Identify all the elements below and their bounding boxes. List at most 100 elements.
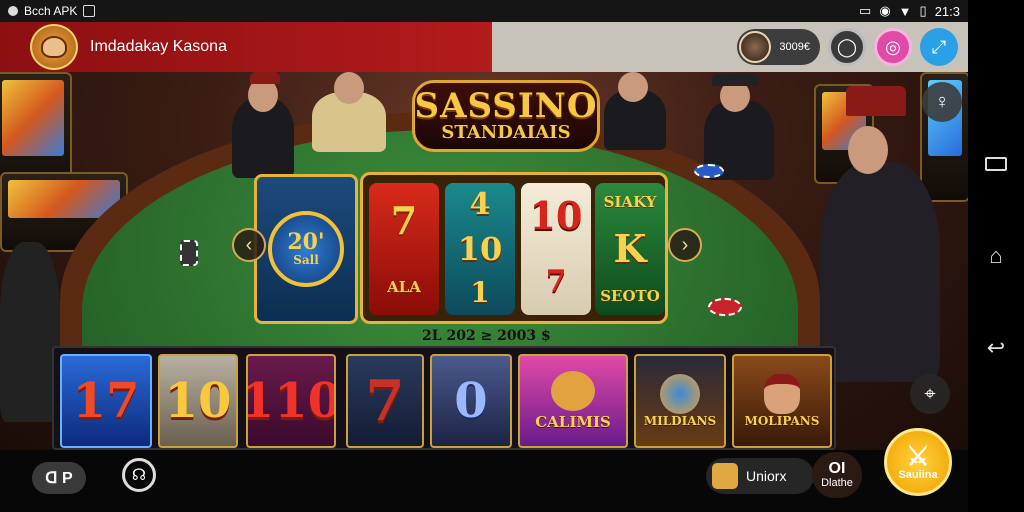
win-line: 2L 202 ≥ 2003 $ [422, 328, 551, 344]
status-time: 21:3 [934, 3, 960, 19]
home-button[interactable]: ⌂ [982, 243, 1010, 268]
bonus-panel[interactable]: 20' Sall [254, 174, 358, 324]
game-tile[interactable]: 7 [346, 354, 424, 448]
tile-label: 10 [164, 373, 232, 429]
user-icon: ♀ [934, 90, 950, 113]
recents-icon [985, 157, 1007, 171]
target-icon: ⌖ [924, 382, 936, 405]
chip-stack [708, 298, 742, 316]
chip-stack [180, 240, 198, 266]
reel-symbol: 7 [390, 198, 418, 243]
main-action-button[interactable]: ⚔ Sauiina [884, 428, 952, 496]
reel-symbol: 10 [457, 230, 503, 268]
game-tile[interactable]: 110 [246, 354, 336, 448]
chip-stack [694, 164, 724, 178]
torch-icon [660, 374, 700, 414]
player-head [334, 72, 364, 104]
profile-balance[interactable]: 3009€ [737, 29, 820, 65]
swords-icon: ⚔ [906, 441, 930, 471]
system-nav-bar: ⌂ ↩ [968, 0, 1024, 512]
dog-icon [551, 371, 595, 411]
balance-value: 3009€ [779, 41, 810, 53]
player-hooded [820, 162, 940, 382]
header-actions: 3009€ ◯ ◎ ⤢ [737, 28, 958, 66]
support-button[interactable]: ☊ [122, 458, 156, 492]
player-hat [250, 72, 280, 84]
player-head [618, 72, 648, 102]
reel-symbol: 10 [529, 193, 583, 238]
profile-side-button[interactable]: ♀ [922, 82, 962, 122]
dice-label: Dlathe [821, 477, 853, 489]
union-button[interactable]: Uniorx [706, 458, 814, 494]
dice-number: OI [828, 460, 846, 477]
union-label: Uniorx [746, 468, 787, 484]
brand-logo[interactable] [30, 24, 78, 70]
avatar [739, 31, 772, 63]
game-logo: SASSINO STANDAIAIS [412, 80, 600, 152]
menu-pill-label: ᗡ P [45, 470, 73, 487]
bonus-value: 20' [287, 229, 325, 255]
chevron-left-icon: ‹ [245, 233, 253, 256]
battery-icon: ▯ [919, 3, 927, 18]
reel-3: 10 7 [521, 183, 591, 315]
prev-arrow-button[interactable]: ‹ [232, 228, 266, 262]
game-tile[interactable]: CALIMIS [518, 354, 628, 448]
player-left [0, 242, 60, 422]
tile-caption: MILDIANS [643, 414, 717, 428]
location-icon: ◉ [879, 3, 891, 18]
logo-subtitle: STANDAIAIS [441, 122, 571, 143]
character-icon [764, 374, 800, 414]
reel-symbol: SEOTO [600, 287, 660, 306]
reel-symbol: K [613, 225, 647, 271]
tile-label: 7 [365, 368, 405, 434]
reel-symbol: 7 [545, 264, 567, 299]
game-strip: 17 10 110 7 0 CALIMIS MILDIANS MOLIPANS [52, 346, 836, 450]
expand-button[interactable]: ⤢ [920, 28, 958, 66]
game-tile[interactable]: 10 [158, 354, 238, 448]
coin-button[interactable]: ◎ [874, 28, 912, 66]
reel-1: 7 ALA [369, 183, 439, 315]
recents-button[interactable] [982, 153, 1010, 175]
reel-symbol: 1 [470, 276, 490, 309]
game-tile[interactable]: 17 [60, 354, 152, 448]
signal-icon: ▭ [859, 3, 872, 18]
headset-icon: ☊ [131, 467, 147, 484]
player-head [848, 126, 888, 174]
next-arrow-button[interactable]: › [668, 228, 702, 262]
status-bar: Bcch APK ▭ ◉ ▼ ▯ 21:3 [0, 0, 968, 22]
refresh-icon: ◯ [836, 36, 858, 57]
logo-title: SASSINO [414, 86, 598, 126]
reel-2: 4 10 1 [445, 183, 515, 315]
expand-icon: ⤢ [931, 36, 947, 57]
slot-reels[interactable]: 7 ALA 4 10 1 10 7 SIAKY K SEOTO [360, 172, 668, 324]
page-title: Imdadakay Kasona [90, 38, 227, 55]
refresh-button[interactable]: ◯ [828, 28, 866, 66]
tile-caption: CALIMIS [535, 413, 611, 431]
tile-label: 0 [454, 373, 488, 429]
notification-icon [8, 6, 18, 16]
player-hat [846, 86, 906, 116]
recenter-button[interactable]: ⌖ [910, 374, 950, 414]
game-tile[interactable]: 0 [430, 354, 512, 448]
player-hat [712, 74, 758, 86]
chevron-right-icon: › [681, 233, 689, 256]
tile-caption: MOLIPANS [744, 414, 820, 428]
back-icon: ↩ [986, 335, 1006, 360]
bonus-label: Sall [293, 253, 319, 267]
back-button[interactable]: ↩ [982, 335, 1010, 360]
bonus-coin: 20' Sall [268, 211, 344, 287]
reel-4: SIAKY K SEOTO [595, 183, 665, 315]
wifi-icon: ▼ [898, 3, 912, 19]
dice-button[interactable]: OI Dlathe [812, 452, 862, 498]
game-tile[interactable]: MILDIANS [634, 354, 726, 448]
reel-symbol: ALA [387, 278, 421, 296]
header-brand: Imdadakay Kasona [0, 22, 492, 72]
status-app-label: Bcch APK [24, 4, 78, 18]
coin-icon: ◎ [885, 36, 901, 57]
menu-pill-button[interactable]: ᗡ P [32, 462, 86, 494]
reel-symbol: SIAKY [603, 192, 657, 211]
game-tile[interactable]: MOLIPANS [732, 354, 832, 448]
puzzle-icon [712, 463, 738, 489]
tile-label: 17 [72, 373, 140, 429]
app-icon [83, 5, 96, 17]
